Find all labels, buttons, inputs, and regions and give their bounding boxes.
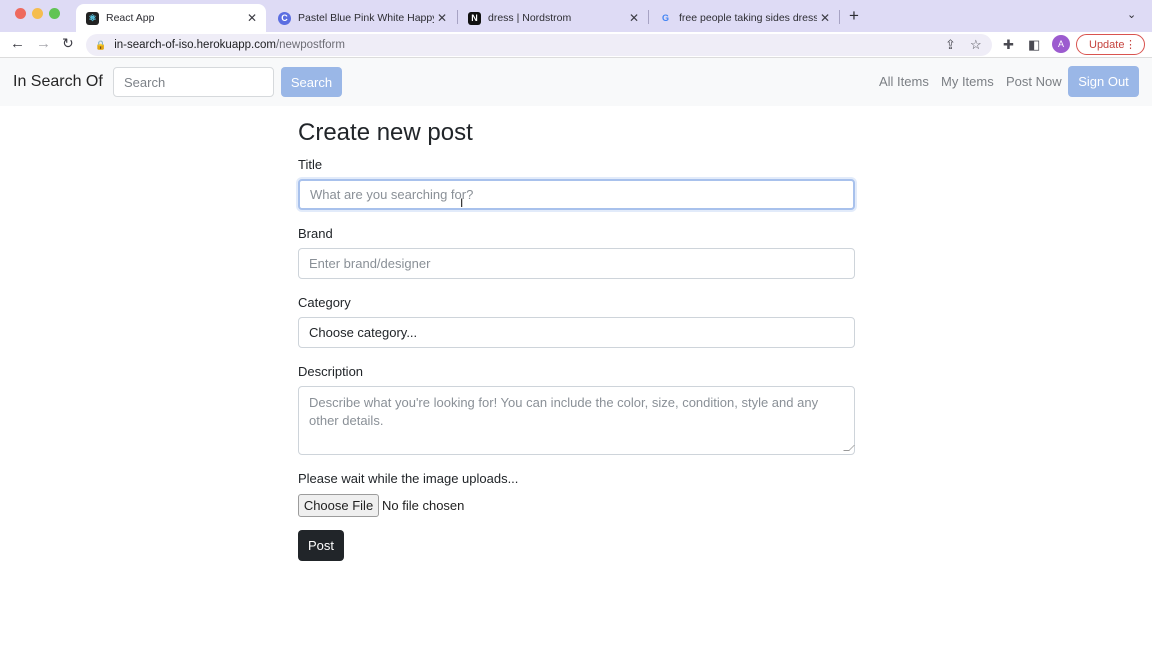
nav-link-all-items[interactable]: All Items bbox=[879, 74, 929, 89]
upload-status-text: Please wait while the image uploads... bbox=[298, 471, 519, 486]
tab-nordstrom[interactable]: N dress | Nordstrom ✕ bbox=[458, 4, 648, 32]
tab-react-app[interactable]: ⚛ React App ✕ bbox=[76, 4, 266, 32]
update-label: Update bbox=[1089, 38, 1125, 51]
tab-title: React App bbox=[106, 12, 155, 24]
category-label: Category bbox=[298, 295, 351, 310]
browser-tab-bar: ⚛ React App ✕ C Pastel Blue Pink White H… bbox=[0, 0, 1152, 32]
tab-search-chevron-icon[interactable]: ⌄ bbox=[1127, 8, 1136, 21]
post-submit-button[interactable]: Post bbox=[298, 530, 344, 561]
nav-search-input[interactable] bbox=[113, 67, 274, 97]
brand-input[interactable] bbox=[298, 248, 855, 279]
nordstrom-favicon-icon: N bbox=[468, 11, 481, 25]
tab-divider bbox=[839, 10, 840, 24]
sign-out-button[interactable]: Sign Out bbox=[1068, 66, 1139, 97]
nav-link-my-items[interactable]: My Items bbox=[941, 74, 994, 89]
close-tab-icon[interactable]: ✕ bbox=[626, 11, 642, 25]
text-cursor-icon: I bbox=[460, 196, 464, 210]
title-input[interactable] bbox=[298, 179, 855, 210]
title-label: Title bbox=[298, 157, 323, 172]
maximize-window-button[interactable] bbox=[49, 8, 60, 19]
page-content: Create new post Title Brand Category Cho… bbox=[0, 106, 1152, 648]
tab-google-search[interactable]: G free people taking sides dress ✕ bbox=[649, 4, 839, 32]
category-selected-value: Choose category... bbox=[309, 325, 418, 340]
brand-logo[interactable]: In Search Of bbox=[13, 73, 103, 91]
bookmark-star-icon[interactable]: ☆ bbox=[970, 37, 982, 53]
close-tab-icon[interactable]: ✕ bbox=[817, 11, 833, 25]
google-favicon-icon: G bbox=[661, 13, 669, 23]
close-tab-icon[interactable]: ✕ bbox=[434, 11, 450, 25]
react-favicon-icon: ⚛ bbox=[86, 11, 99, 25]
address-bar[interactable]: 🔒 in-search-of-iso.herokuapp.com/newpost… bbox=[86, 34, 992, 56]
reload-icon[interactable]: ↻ bbox=[62, 35, 74, 52]
minimize-window-button[interactable] bbox=[32, 8, 43, 19]
share-icon[interactable]: ⇪ bbox=[945, 37, 956, 53]
browser-toolbar: ← → ↻ 🔒 in-search-of-iso.herokuapp.com/n… bbox=[0, 32, 1152, 58]
side-panel-icon[interactable]: ◧ bbox=[1028, 37, 1040, 53]
lock-icon: 🔒 bbox=[95, 39, 107, 50]
profile-avatar[interactable]: A bbox=[1052, 35, 1070, 53]
forward-arrow-icon[interactable]: → bbox=[36, 35, 51, 52]
url-host: in-search-of-iso.herokuapp.com bbox=[114, 39, 276, 51]
description-textarea[interactable] bbox=[298, 386, 855, 455]
nav-search-button[interactable]: Search bbox=[281, 67, 342, 97]
brand-label: Brand bbox=[298, 226, 333, 241]
tab-pastel-blue[interactable]: C Pastel Blue Pink White Happy Bir ✕ bbox=[268, 4, 456, 32]
tab-title: free people taking sides dress bbox=[679, 12, 817, 24]
url-path: /newpostform bbox=[275, 39, 345, 51]
category-select[interactable]: Choose category... bbox=[298, 317, 855, 348]
extensions-puzzle-icon[interactable]: ✚ bbox=[1003, 37, 1014, 53]
update-button[interactable]: Update ⋮ bbox=[1076, 34, 1145, 55]
choose-file-button[interactable]: Choose File bbox=[298, 494, 379, 517]
page-title: Create new post bbox=[298, 119, 473, 146]
close-tab-icon[interactable]: ✕ bbox=[244, 11, 260, 25]
more-menu-icon[interactable]: ⋮ bbox=[1125, 38, 1136, 51]
description-label: Description bbox=[298, 364, 364, 379]
tab-title: Pastel Blue Pink White Happy Bir bbox=[298, 12, 434, 24]
new-tab-icon[interactable]: + bbox=[849, 6, 859, 26]
canva-favicon-icon: C bbox=[278, 11, 291, 25]
app-navbar: In Search Of Search All Items My Items P… bbox=[0, 58, 1152, 106]
tab-title: dress | Nordstrom bbox=[488, 12, 572, 24]
close-window-button[interactable] bbox=[15, 8, 26, 19]
nav-link-post-now[interactable]: Post Now bbox=[1006, 74, 1062, 89]
back-arrow-icon[interactable]: ← bbox=[10, 35, 25, 52]
file-status-text: No file chosen bbox=[382, 498, 465, 513]
